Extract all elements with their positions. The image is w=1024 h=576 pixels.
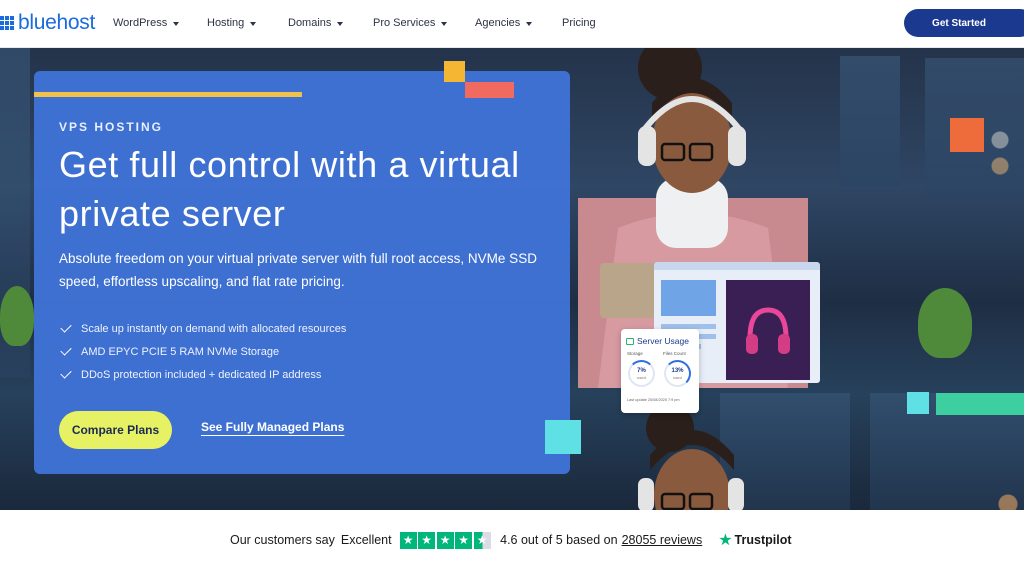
decorative-square xyxy=(444,61,465,82)
compare-plans-button[interactable]: Compare Plans xyxy=(59,411,172,449)
last-update-text: Last update 25/08/2025 7:9 pm xyxy=(627,398,680,402)
nav-item-domains[interactable]: Domains xyxy=(288,17,344,29)
screen-block xyxy=(661,280,716,316)
get-started-button[interactable]: Get Started xyxy=(904,9,1024,37)
nav-label: Agencies xyxy=(475,17,521,29)
storage-label: Storage xyxy=(627,351,643,356)
chevron-down-icon xyxy=(526,21,533,26)
check-icon xyxy=(60,366,72,379)
feature-item: DDoS protection included + dedicated IP … xyxy=(59,363,346,386)
nav-label: Pro Services xyxy=(373,17,436,29)
star-icon: ★ xyxy=(399,531,417,549)
files-value: 13% xyxy=(671,367,684,374)
trust-rating-text: 4.6 out of 5 based on xyxy=(500,533,618,547)
decorative-square xyxy=(950,118,984,152)
nav-item-pro-services[interactable]: Pro Services xyxy=(373,17,448,29)
check-icon xyxy=(60,343,72,356)
plant-image xyxy=(0,286,34,346)
star-icon: ★ xyxy=(455,531,473,549)
check-icon xyxy=(60,320,72,333)
hero-eyebrow: VPS HOSTING xyxy=(59,120,164,134)
trust-rating-word: Excellent xyxy=(340,533,392,547)
chevron-down-icon xyxy=(250,21,257,26)
feature-item: AMD EPYC PCIE 5 RAM NVMe Storage xyxy=(59,340,346,363)
feature-item: Scale up instantly on demand with alloca… xyxy=(59,317,346,340)
headphones-icon xyxy=(746,307,790,354)
see-fully-managed-plans-link[interactable]: See Fully Managed Plans xyxy=(201,420,344,434)
star-icon: ★ xyxy=(436,531,454,549)
nav-item-hosting[interactable]: Hosting xyxy=(207,17,257,29)
bluehost-logo[interactable]: bluehost xyxy=(0,12,95,34)
nav-item-agencies[interactable]: Agencies xyxy=(475,17,533,29)
nav-label: WordPress xyxy=(113,17,168,29)
half-star-icon: ★ xyxy=(473,531,491,549)
feature-text: Scale up instantly on demand with alloca… xyxy=(81,322,347,335)
hero-headline: Get full control with a virtual private … xyxy=(59,144,520,234)
accent-line xyxy=(34,92,302,97)
files-gauge: 13% used xyxy=(664,360,691,387)
feature-text: AMD EPYC PCIE 5 RAM NVMe Storage xyxy=(81,345,280,358)
files-count-label: Files Count xyxy=(663,351,686,356)
decorative-square xyxy=(465,82,514,98)
reviews-link[interactable]: 28055 reviews xyxy=(622,533,703,547)
server-usage-title: Server Usage xyxy=(626,336,689,346)
storage-value: 7% xyxy=(637,367,646,374)
background-window xyxy=(840,56,900,186)
used-label: used xyxy=(637,374,646,380)
nav-label: Domains xyxy=(288,17,332,29)
hero-subtitle: Absolute freedom on your virtual private… xyxy=(59,251,537,289)
brand-name: bluehost xyxy=(18,11,95,34)
decorative-square xyxy=(936,393,1024,415)
trust-lead: Our customers say xyxy=(230,533,335,547)
feature-list: Scale up instantly on demand with alloca… xyxy=(59,317,346,386)
nav-item-wordpress[interactable]: WordPress xyxy=(113,17,180,29)
trustpilot-brand: Trustpilot xyxy=(734,533,792,547)
chevron-down-icon xyxy=(173,21,180,26)
used-label: used xyxy=(673,374,682,380)
trustpilot-row: Our customers say Excellent ★ ★ ★ ★ ★ 4.… xyxy=(230,530,792,550)
nav-label: Hosting xyxy=(207,17,245,29)
trustpilot-star-icon: ★ xyxy=(718,532,733,549)
storage-gauge: 7% used xyxy=(628,360,655,387)
decorative-square xyxy=(907,392,929,414)
plant-image xyxy=(918,288,972,358)
star-icon: ★ xyxy=(418,531,436,549)
person-with-headphones-image xyxy=(638,410,744,510)
trustpilot-logo[interactable]: ★ Trustpilot xyxy=(718,530,791,550)
nav-label: Pricing xyxy=(562,17,596,29)
nav-item-pricing[interactable]: Pricing xyxy=(562,17,596,29)
star-rating: ★ ★ ★ ★ ★ xyxy=(399,531,493,549)
decorative-square xyxy=(545,420,581,454)
feature-text: DDoS protection included + dedicated IP … xyxy=(81,368,322,381)
logo-grid-icon xyxy=(0,16,14,30)
headphones-artwork xyxy=(726,280,810,380)
trustpilot-bar: Our customers say Excellent ★ ★ ★ ★ ★ 4.… xyxy=(0,510,1024,576)
server-usage-card: Server Usage Storage Files Count 7% used… xyxy=(621,329,699,413)
server-icon xyxy=(626,337,634,345)
chevron-down-icon xyxy=(337,21,344,26)
server-usage-label: Server Usage xyxy=(637,336,689,346)
chevron-down-icon xyxy=(441,21,448,26)
top-navigation: bluehost WordPress Hosting Domains Pro S… xyxy=(0,0,1024,48)
